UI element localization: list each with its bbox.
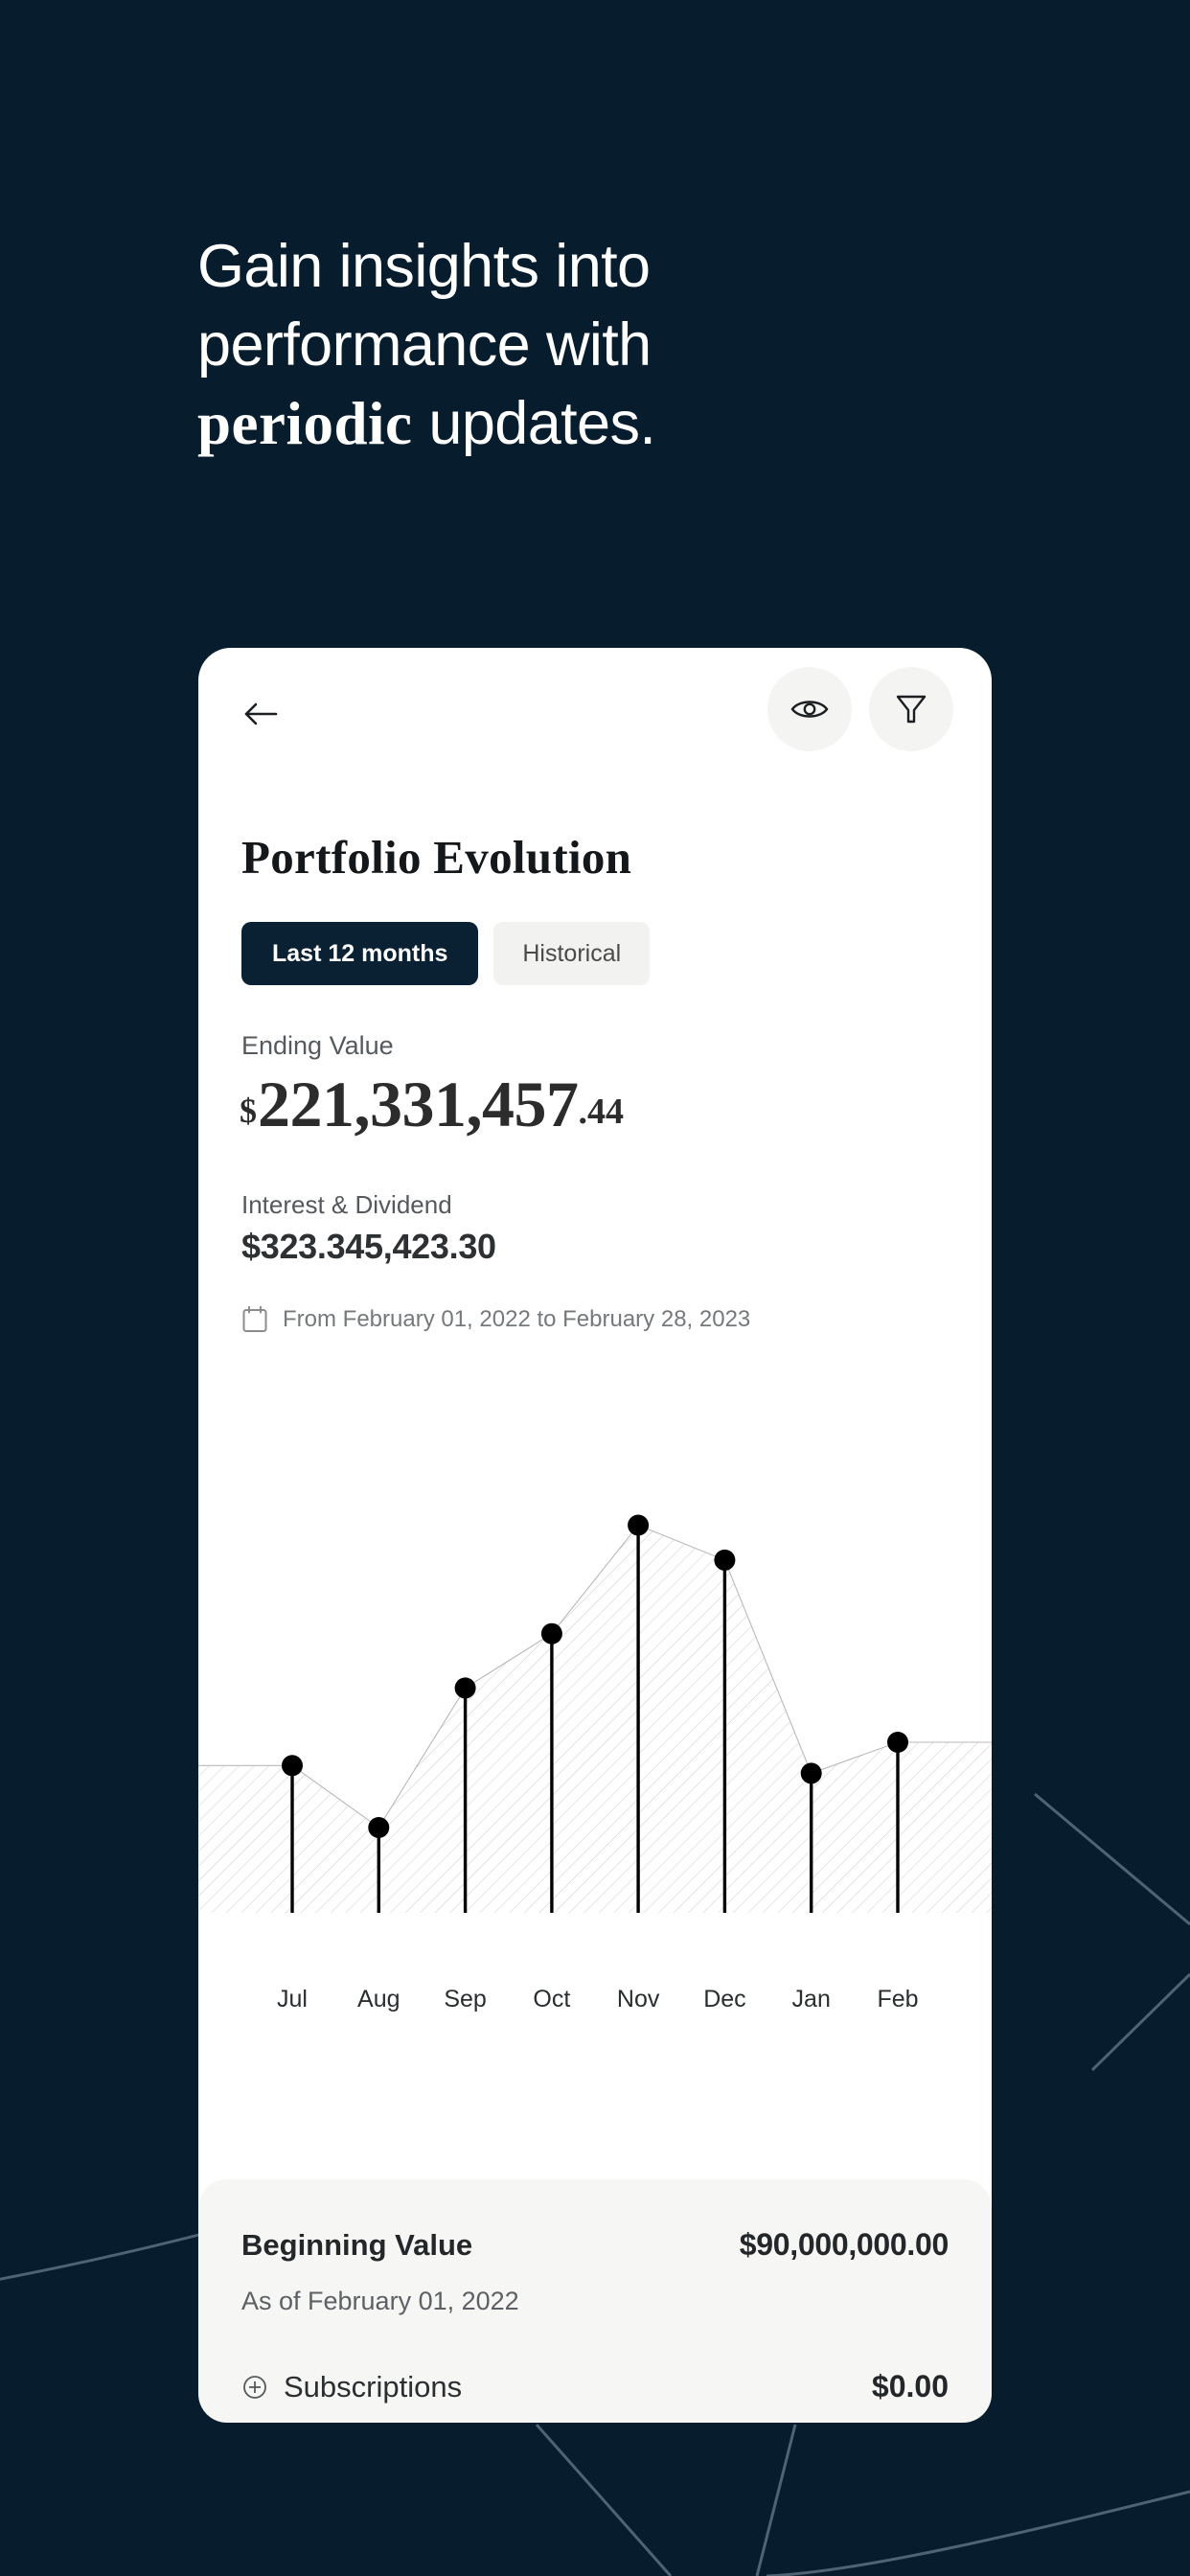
chart-data-point[interactable] [714,1549,736,1571]
chart-data-point[interactable] [282,1755,303,1777]
chart-data-point[interactable] [800,1762,822,1784]
chart-area-fill [198,1524,992,1913]
chart-x-axis: Jul Aug Sep Oct Nov Dec Jan Feb [198,1986,992,2043]
chart-area-path [198,1525,992,1913]
subscriptions-value: $0.00 [871,2369,949,2404]
portfolio-card: Portfolio Evolution Last 12 months Histo… [198,648,992,2423]
card-title: Portfolio Evolution [241,831,632,884]
plus-circle-icon [243,2375,266,2399]
summary-card: Beginning Value $90,000,000.00 As of Feb… [198,2179,992,2423]
headline-line-2: performance with [197,310,652,379]
funnel-filter-icon [896,695,927,724]
ending-value-currency: $ [240,1092,258,1130]
chart-x-label: Feb [877,1986,919,2012]
card-topbar [198,648,992,772]
visibility-toggle-button[interactable] [767,667,852,751]
as-of-row: As of February 01, 2022 [198,2287,992,2316]
date-range-text: From February 01, 2022 to February 28, 2… [283,1306,751,1332]
chart-data-point[interactable] [887,1732,908,1753]
headline-line-3: periodic updates. [197,385,868,464]
interest-dividend-value: $323.345,423.30 [241,1227,496,1266]
arrow-left-icon [244,702,278,725]
period-tabs: Last 12 months Historical [241,922,651,985]
page-title: Gain insights into performance with peri… [197,228,868,464]
headline-line-3-rest: updates. [412,389,656,457]
eye-icon [790,701,829,718]
beginning-value-label: Beginning Value [241,2227,473,2262]
back-button[interactable] [241,693,293,735]
headline-line-1: Gain insights into [197,233,651,300]
chart-data-point[interactable] [540,1622,562,1644]
ending-value-main: 221,331,457 [258,1068,579,1140]
ending-value-cents: .44 [578,1092,625,1132]
chart-data-point[interactable] [628,1514,650,1536]
headline-emphasis: periodic [197,389,413,457]
date-range[interactable]: From February 01, 2022 to February 28, 2… [241,1305,750,1334]
subscriptions-left: Subscriptions [241,2370,462,2404]
ending-value-amount: $221,331,457.44 [240,1067,624,1142]
calendar-icon [242,1305,267,1332]
as-of-label: As of February 01, 2022 [241,2287,519,2315]
chart-data-point[interactable] [368,1817,390,1838]
app-screenshot: Gain insights into performance with peri… [0,0,1190,2576]
tab-last-12-months[interactable]: Last 12 months [241,922,479,985]
portfolio-evolution-chart[interactable]: Jul Aug Sep Oct Nov Dec Jan Feb [198,1434,992,2095]
beginning-value-amount: $90,000,000.00 [739,2227,950,2262]
beginning-value-row: Beginning Value $90,000,000.00 [198,2227,992,2263]
subscriptions-label: Subscriptions [284,2369,463,2404]
interest-dividend-label: Interest & Dividend [241,1190,452,1219]
subscriptions-row[interactable]: Subscriptions $0.00 [198,2369,992,2404]
chart-data-point[interactable] [454,1677,476,1699]
chart-plot-area [198,1514,992,1913]
tab-historical[interactable]: Historical [493,922,651,985]
filter-button[interactable] [869,667,953,751]
ending-value-label: Ending Value [241,1031,394,1060]
